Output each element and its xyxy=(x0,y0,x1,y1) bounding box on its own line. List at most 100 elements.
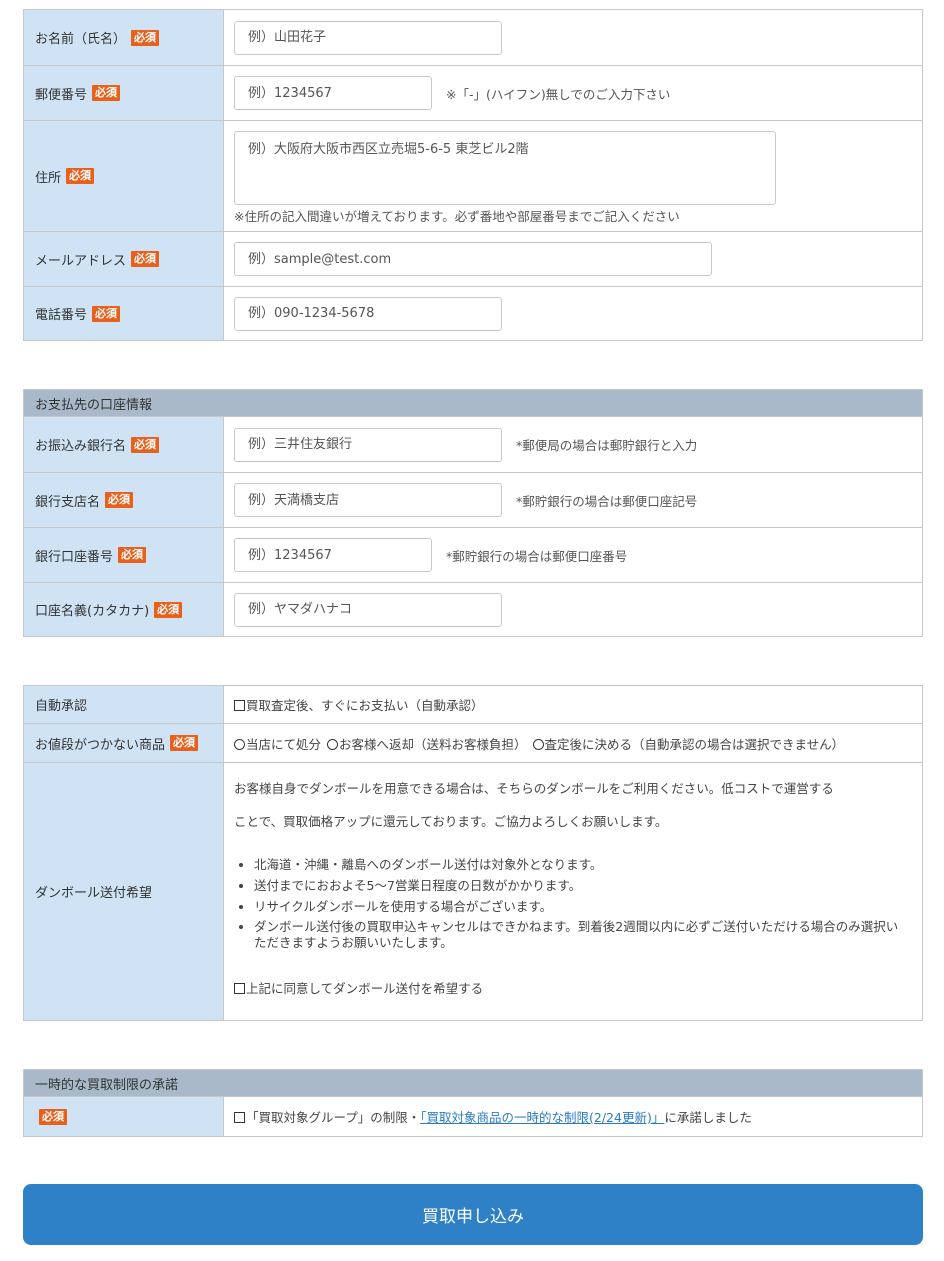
personal-info-table: お名前（氏名） 必須 郵便番号 必須 ※「-」(ハイフン)無しでのご入力下さい … xyxy=(23,9,923,341)
email-row: メールアドレス 必須 xyxy=(24,231,922,286)
radio-option-return[interactable]: お客様へ返却（送料お客様負担） xyxy=(327,734,527,753)
limit-text-after: に承諾しました xyxy=(664,1110,752,1125)
name-label-cell: お名前（氏名） 必須 xyxy=(24,10,224,65)
email-label: メールアドレス xyxy=(35,253,127,269)
branch-label-cell: 銀行支店名 必須 xyxy=(24,473,224,527)
bank-name-value-cell: *郵便局の場合は郵貯銀行と入力 xyxy=(224,417,922,472)
required-badge: 必須 xyxy=(92,305,121,322)
address-row: 住所 必須 ※住所の記入間違いが増えております。必ず番地や部屋番号までご記入くだ… xyxy=(24,120,922,231)
name-row: お名前（氏名） 必須 xyxy=(24,10,922,65)
bank-name-label-cell: お振込み銀行名 必須 xyxy=(24,417,224,472)
branch-label: 銀行支店名 xyxy=(35,494,101,510)
phone-label-cell: 電話番号 必須 xyxy=(24,287,224,340)
address-label: 住所 xyxy=(35,170,62,186)
auto-approve-value-cell: 買取査定後、すぐにお支払い（自動承認） xyxy=(224,686,922,723)
bank-info-table: お支払先の口座情報 お振込み銀行名 必須 *郵便局の場合は郵貯銀行と入力 銀行支… xyxy=(23,389,923,637)
limit-table: 一時的な買取制限の承諾 必須 「買取対象グループ」の制限・「買取対象商品の一時的… xyxy=(23,1069,923,1137)
address-note: ※住所の記入間違いが増えております。必ず番地や部屋番号までご記入ください xyxy=(234,209,680,224)
radio-icon[interactable] xyxy=(327,738,339,750)
required-badge: 必須 xyxy=(66,168,95,184)
bank-name-input[interactable] xyxy=(234,427,502,462)
address-label-cell: 住所 必須 xyxy=(24,121,224,231)
radio-label: 当店にて処分 xyxy=(246,736,322,752)
limit-value-cell: 「買取対象グループ」の制限・「買取対象商品の一時的な制限(2/24更新)」に承諾… xyxy=(224,1097,922,1136)
box-notes-list: 北海道・沖縄・離島へのダンボール送付は対象外となります。 送付までにおおよそ5〜… xyxy=(234,854,910,951)
radio-icon[interactable] xyxy=(532,738,544,750)
checkbox-icon[interactable] xyxy=(234,700,245,711)
name-value-cell xyxy=(224,10,922,65)
zip-label-cell: 郵便番号 必須 xyxy=(24,66,224,120)
box-request-row: ダンボール送付希望 お客様自身でダンボールを用意できる場合は、そちらのダンボール… xyxy=(24,762,922,1020)
required-badge: 必須 xyxy=(92,85,121,101)
checkbox-icon[interactable] xyxy=(234,983,245,994)
phone-value-cell xyxy=(224,287,922,340)
phone-row: 電話番号 必須 xyxy=(24,286,922,340)
limit-agree-option[interactable]: 「買取対象グループ」の制限・「買取対象商品の一時的な制限(2/24更新)」に承諾… xyxy=(234,1107,752,1126)
radio-option-dispose[interactable]: 当店にて処分 xyxy=(234,734,321,753)
account-note: *郵貯銀行の場合は郵便口座番号 xyxy=(446,548,628,564)
holder-input[interactable] xyxy=(234,592,502,627)
required-badge: 必須 xyxy=(105,492,134,508)
address-textarea[interactable] xyxy=(234,131,776,205)
box-request-label-cell: ダンボール送付希望 xyxy=(24,763,224,1020)
checkbox-icon[interactable] xyxy=(234,1112,245,1123)
box-request-value-cell: お客様自身でダンボールを用意できる場合は、そちらのダンボールをご利用ください。低… xyxy=(224,763,922,1020)
phone-input[interactable] xyxy=(234,296,502,331)
zip-value-cell: ※「-」(ハイフン)無しでのご入力下さい xyxy=(224,66,922,120)
required-badge: 必須 xyxy=(131,29,160,46)
bank-name-label: お振込み銀行名 xyxy=(35,439,127,454)
auto-approve-option[interactable]: 買取査定後、すぐにお支払い（自動承認） xyxy=(234,695,484,714)
required-badge: 必須 xyxy=(154,601,183,618)
name-label: お名前（氏名） xyxy=(35,32,127,47)
box-intro-line: お客様自身でダンボールを用意できる場合は、そちらのダンボールをご利用ください。低… xyxy=(234,781,834,796)
account-row: 銀行口座番号 必須 *郵貯銀行の場合は郵便口座番号 xyxy=(24,527,922,582)
auto-approve-row: 自動承認 買取査定後、すぐにお支払い（自動承認） xyxy=(24,686,922,723)
auto-approve-label: 自動承認 xyxy=(35,699,88,714)
submit-button[interactable]: 買取申し込み xyxy=(23,1184,923,1245)
required-badge: 必須 xyxy=(131,251,160,267)
name-input[interactable] xyxy=(234,20,502,55)
account-input[interactable] xyxy=(234,538,432,572)
email-label-cell: メールアドレス 必須 xyxy=(24,232,224,286)
auto-approve-checkbox-label: 買取査定後、すぐにお支払い（自動承認） xyxy=(246,698,484,713)
required-badge: 必須 xyxy=(131,436,160,453)
no-price-row: お値段がつかない商品 必須 当店にて処分 お客様へ返却（送料お客様負担） 査定後… xyxy=(24,723,922,762)
limit-text-before: 「買取対象グループ」の制限・ xyxy=(246,1110,421,1125)
box-agree-option[interactable]: 上記に同意してダンボール送付を希望する xyxy=(234,978,483,997)
branch-input[interactable] xyxy=(234,483,502,517)
options-table: 自動承認 買取査定後、すぐにお支払い（自動承認） お値段がつかない商品 必須 当… xyxy=(23,685,923,1021)
phone-label: 電話番号 xyxy=(35,308,88,323)
limit-row: 必須 「買取対象グループ」の制限・「買取対象商品の一時的な制限(2/24更新)」… xyxy=(24,1097,922,1136)
email-input[interactable] xyxy=(234,242,712,276)
limit-link[interactable]: 「買取対象商品の一時的な制限(2/24更新)」 xyxy=(420,1110,664,1125)
list-item: リサイクルダンボールを使用する場合がございます。 xyxy=(254,896,910,917)
zip-input[interactable] xyxy=(234,76,432,110)
account-value-cell: *郵貯銀行の場合は郵便口座番号 xyxy=(224,528,922,582)
required-badge: 必須 xyxy=(170,735,199,751)
branch-value-cell: *郵貯銀行の場合は郵便口座記号 xyxy=(224,473,922,527)
bank-section-title: お支払先の口座情報 xyxy=(24,390,922,417)
limit-label-cell: 必須 xyxy=(24,1097,224,1136)
radio-label: お客様へ返却（送料お客様負担） xyxy=(339,736,527,752)
box-agree-label: 上記に同意してダンボール送付を希望する xyxy=(246,981,484,996)
auto-approve-label-cell: 自動承認 xyxy=(24,686,224,723)
no-price-label-cell: お値段がつかない商品 必須 xyxy=(24,724,224,762)
email-value-cell xyxy=(224,232,922,286)
no-price-value-cell: 当店にて処分 お客様へ返却（送料お客様負担） 査定後に決める（自動承認の場合は選… xyxy=(224,724,922,762)
box-request-label: ダンボール送付希望 xyxy=(35,886,153,901)
branch-note: *郵貯銀行の場合は郵便口座記号 xyxy=(516,493,698,509)
required-badge: 必須 xyxy=(118,547,147,563)
limit-section-title: 一時的な買取制限の承諾 xyxy=(24,1070,922,1097)
required-badge: 必須 xyxy=(39,1108,67,1125)
holder-label-cell: 口座名義(カタカナ) 必須 xyxy=(24,583,224,636)
zip-row: 郵便番号 必須 ※「-」(ハイフン)無しでのご入力下さい xyxy=(24,65,922,120)
list-item: 送付までにおおよそ5〜7営業日程度の日数がかかります。 xyxy=(254,875,910,896)
branch-row: 銀行支店名 必須 *郵貯銀行の場合は郵便口座記号 xyxy=(24,472,922,527)
radio-icon[interactable] xyxy=(234,738,245,750)
list-item: ダンボール送付後の買取申込キャンセルはできかねます。到着後2週間以内に必ずご送付… xyxy=(254,917,910,951)
radio-option-decide-later[interactable]: 査定後に決める（自動承認の場合は選択できません） xyxy=(532,734,844,753)
bank-name-note: *郵便局の場合は郵貯銀行と入力 xyxy=(516,438,698,453)
holder-row: 口座名義(カタカナ) 必須 xyxy=(24,582,922,636)
zip-note: ※「-」(ハイフン)無しでのご入力下さい xyxy=(446,86,671,102)
address-value-cell: ※住所の記入間違いが増えております。必ず番地や部屋番号までご記入ください xyxy=(224,121,922,231)
